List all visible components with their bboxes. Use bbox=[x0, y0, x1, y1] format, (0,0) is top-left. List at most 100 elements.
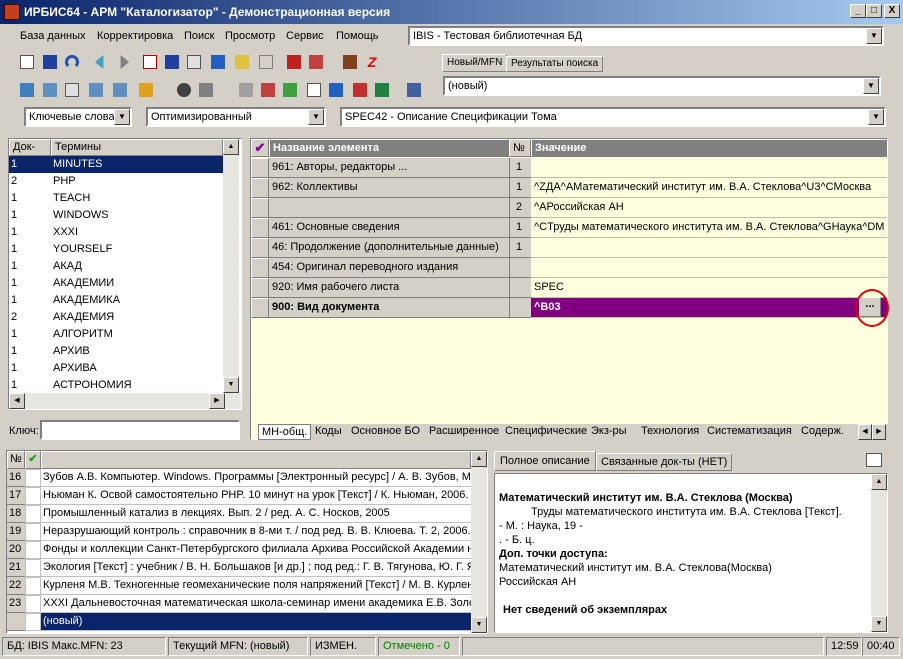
tab-technology[interactable]: Технология bbox=[638, 424, 702, 440]
record-description[interactable]: Промышленный катализ в лекциях. Вып. 2 /… bbox=[41, 505, 471, 523]
pencil-icon[interactable] bbox=[136, 80, 156, 100]
tab-scroll-right-icon[interactable]: ▶ bbox=[872, 424, 886, 440]
dictionary-row[interactable]: 1 WINDOWS bbox=[9, 207, 223, 224]
dictionary-row[interactable]: 1 АРХИВА bbox=[9, 360, 223, 377]
record-checkbox[interactable] bbox=[25, 577, 41, 595]
record-checkbox[interactable] bbox=[25, 487, 41, 505]
print-preview-icon[interactable] bbox=[866, 453, 882, 467]
printer-icon[interactable] bbox=[236, 80, 256, 100]
delete-icon[interactable] bbox=[256, 52, 276, 72]
search-mode-select[interactable]: Ключевые слова ▼ bbox=[24, 107, 132, 127]
row-indicator[interactable] bbox=[251, 218, 269, 238]
dictionary-row[interactable]: 2 PHP bbox=[9, 173, 223, 190]
record-description[interactable]: Экология [Текст] : учебник / В. Н. Больш… bbox=[41, 559, 471, 577]
chart-icon[interactable] bbox=[350, 80, 370, 100]
tab-full-description[interactable]: Полное описание bbox=[494, 451, 596, 471]
element-value[interactable] bbox=[531, 238, 887, 258]
forward-icon[interactable] bbox=[112, 52, 132, 72]
search-option-select[interactable]: Оптимизированный ▼ bbox=[146, 107, 326, 127]
minimize-button[interactable]: _ bbox=[850, 4, 866, 18]
document-icon[interactable] bbox=[304, 80, 324, 100]
col-record-no[interactable]: № bbox=[7, 451, 25, 469]
scroll-right-icon[interactable]: ▶ bbox=[209, 393, 225, 409]
col-number[interactable]: № bbox=[509, 139, 531, 157]
record-checkbox[interactable] bbox=[25, 505, 41, 523]
dictionary-row[interactable]: 1 XXXI bbox=[9, 224, 223, 241]
element-name[interactable]: 46: Продолжение (дополнительные данные) bbox=[269, 238, 509, 258]
dict-hscroll[interactable]: ◀ ▶ bbox=[9, 393, 241, 409]
col-terms-header[interactable]: Термины bbox=[51, 139, 223, 156]
key-input[interactable] bbox=[40, 420, 240, 440]
chevron-down-icon[interactable]: ▼ bbox=[866, 28, 882, 44]
scroll-up-icon[interactable]: ▲ bbox=[871, 474, 887, 490]
tab-scroll-left-icon[interactable]: ◀ bbox=[858, 424, 872, 440]
record-description[interactable]: Неразрушающий контроль : справочник в 8-… bbox=[41, 523, 471, 541]
scroll-up-icon[interactable]: ▲ bbox=[471, 451, 487, 467]
close-button[interactable]: X bbox=[884, 4, 900, 18]
element-value[interactable] bbox=[531, 258, 887, 278]
menu-help[interactable]: Помощь bbox=[336, 30, 379, 42]
chevron-down-icon[interactable]: ▼ bbox=[114, 109, 130, 125]
dictionary-row[interactable]: 1 АКАДЕМИИ bbox=[9, 275, 223, 292]
print-icon[interactable] bbox=[284, 52, 304, 72]
menu-view[interactable]: Просмотр bbox=[225, 30, 275, 42]
dict-scrollbar[interactable]: ▲ ▼ bbox=[223, 139, 239, 393]
settings-icon[interactable] bbox=[404, 80, 424, 100]
dictionary-row[interactable]: 1 АЛГОРИТМ bbox=[9, 326, 223, 343]
tab-search-results[interactable]: Результаты поиска bbox=[506, 56, 604, 72]
record-description[interactable]: Фонды и коллекции Санкт-Петербургского ф… bbox=[41, 541, 471, 559]
tab-classification[interactable]: Систематизация bbox=[704, 424, 795, 440]
tab-general[interactable]: МН-общ. bbox=[258, 424, 312, 440]
element-name[interactable] bbox=[269, 198, 509, 218]
chevron-down-icon[interactable]: ▼ bbox=[868, 109, 884, 125]
dictionary-row[interactable]: 1 YOURSELF bbox=[9, 241, 223, 258]
dictionary-row[interactable]: 1 TEACH bbox=[9, 190, 223, 207]
undo-icon[interactable] bbox=[62, 52, 82, 72]
element-value[interactable]: ^CТруды математического института им. В.… bbox=[531, 218, 887, 238]
row-indicator[interactable] bbox=[251, 178, 269, 198]
scroll-left-icon[interactable]: ◀ bbox=[9, 393, 25, 409]
folder-icon[interactable] bbox=[196, 80, 216, 100]
element-value[interactable]: ^AРоссийская АН bbox=[531, 198, 887, 218]
back-icon[interactable] bbox=[92, 52, 112, 72]
menu-search[interactable]: Поиск bbox=[184, 30, 214, 42]
element-name[interactable]: 461: Основные сведения bbox=[269, 218, 509, 238]
row-indicator[interactable] bbox=[251, 158, 269, 178]
excel-icon[interactable] bbox=[372, 80, 392, 100]
row-indicator[interactable] bbox=[251, 278, 269, 298]
report-icon[interactable] bbox=[280, 80, 300, 100]
chevron-down-icon[interactable]: ▼ bbox=[308, 109, 324, 125]
tab-contents[interactable]: Содерж. bbox=[798, 424, 847, 440]
dictionary-row[interactable]: 1 АРХИВ bbox=[9, 343, 223, 360]
chevron-down-icon[interactable]: ▼ bbox=[863, 78, 879, 94]
format-icon[interactable] bbox=[258, 80, 278, 100]
export-icon[interactable] bbox=[306, 52, 326, 72]
record-description[interactable]: (новый) bbox=[41, 613, 471, 631]
row-indicator[interactable] bbox=[251, 238, 269, 258]
grid-icon[interactable] bbox=[162, 52, 182, 72]
element-name[interactable]: 900: Вид документа bbox=[269, 298, 509, 318]
col-element-name[interactable]: Название элемента bbox=[269, 139, 509, 157]
record-checkbox[interactable] bbox=[25, 559, 41, 577]
help-icon[interactable] bbox=[17, 80, 37, 100]
record-checkbox[interactable] bbox=[25, 613, 41, 631]
records-scrollbar[interactable]: ▲ ▼ bbox=[471, 451, 487, 633]
tab-linked-docs[interactable]: Связанные док-ты (НЕТ) bbox=[596, 453, 733, 471]
mail-icon[interactable] bbox=[62, 80, 82, 100]
record-description[interactable]: Зубов А.В. Компьютер. Windows. Программы… bbox=[41, 469, 471, 487]
element-name[interactable]: 454: Оригинал переводного издания bbox=[269, 258, 509, 278]
mfn-select[interactable]: (новый) ▼ bbox=[443, 76, 881, 96]
chat-icon[interactable] bbox=[40, 80, 60, 100]
element-value[interactable]: SPEC bbox=[531, 278, 887, 298]
element-name[interactable]: 920: Имя рабочего листа bbox=[269, 278, 509, 298]
record-description[interactable]: Курленя М.В. Техногенные геомеханические… bbox=[41, 577, 471, 595]
record-checkbox[interactable] bbox=[25, 469, 41, 487]
z-icon[interactable]: Z bbox=[362, 52, 382, 72]
dictionary-row[interactable]: 2 АКАДЕМИЯ bbox=[9, 309, 223, 326]
tab-new-mfn[interactable]: Новый/MFN bbox=[442, 54, 508, 72]
new-record-icon[interactable] bbox=[17, 52, 37, 72]
record-description[interactable]: Ньюман К. Освой самостоятельно PHP. 10 м… bbox=[41, 487, 471, 505]
edit-icon[interactable] bbox=[232, 52, 252, 72]
calendar-icon[interactable] bbox=[340, 52, 360, 72]
scroll-down-icon[interactable]: ▼ bbox=[871, 616, 887, 632]
